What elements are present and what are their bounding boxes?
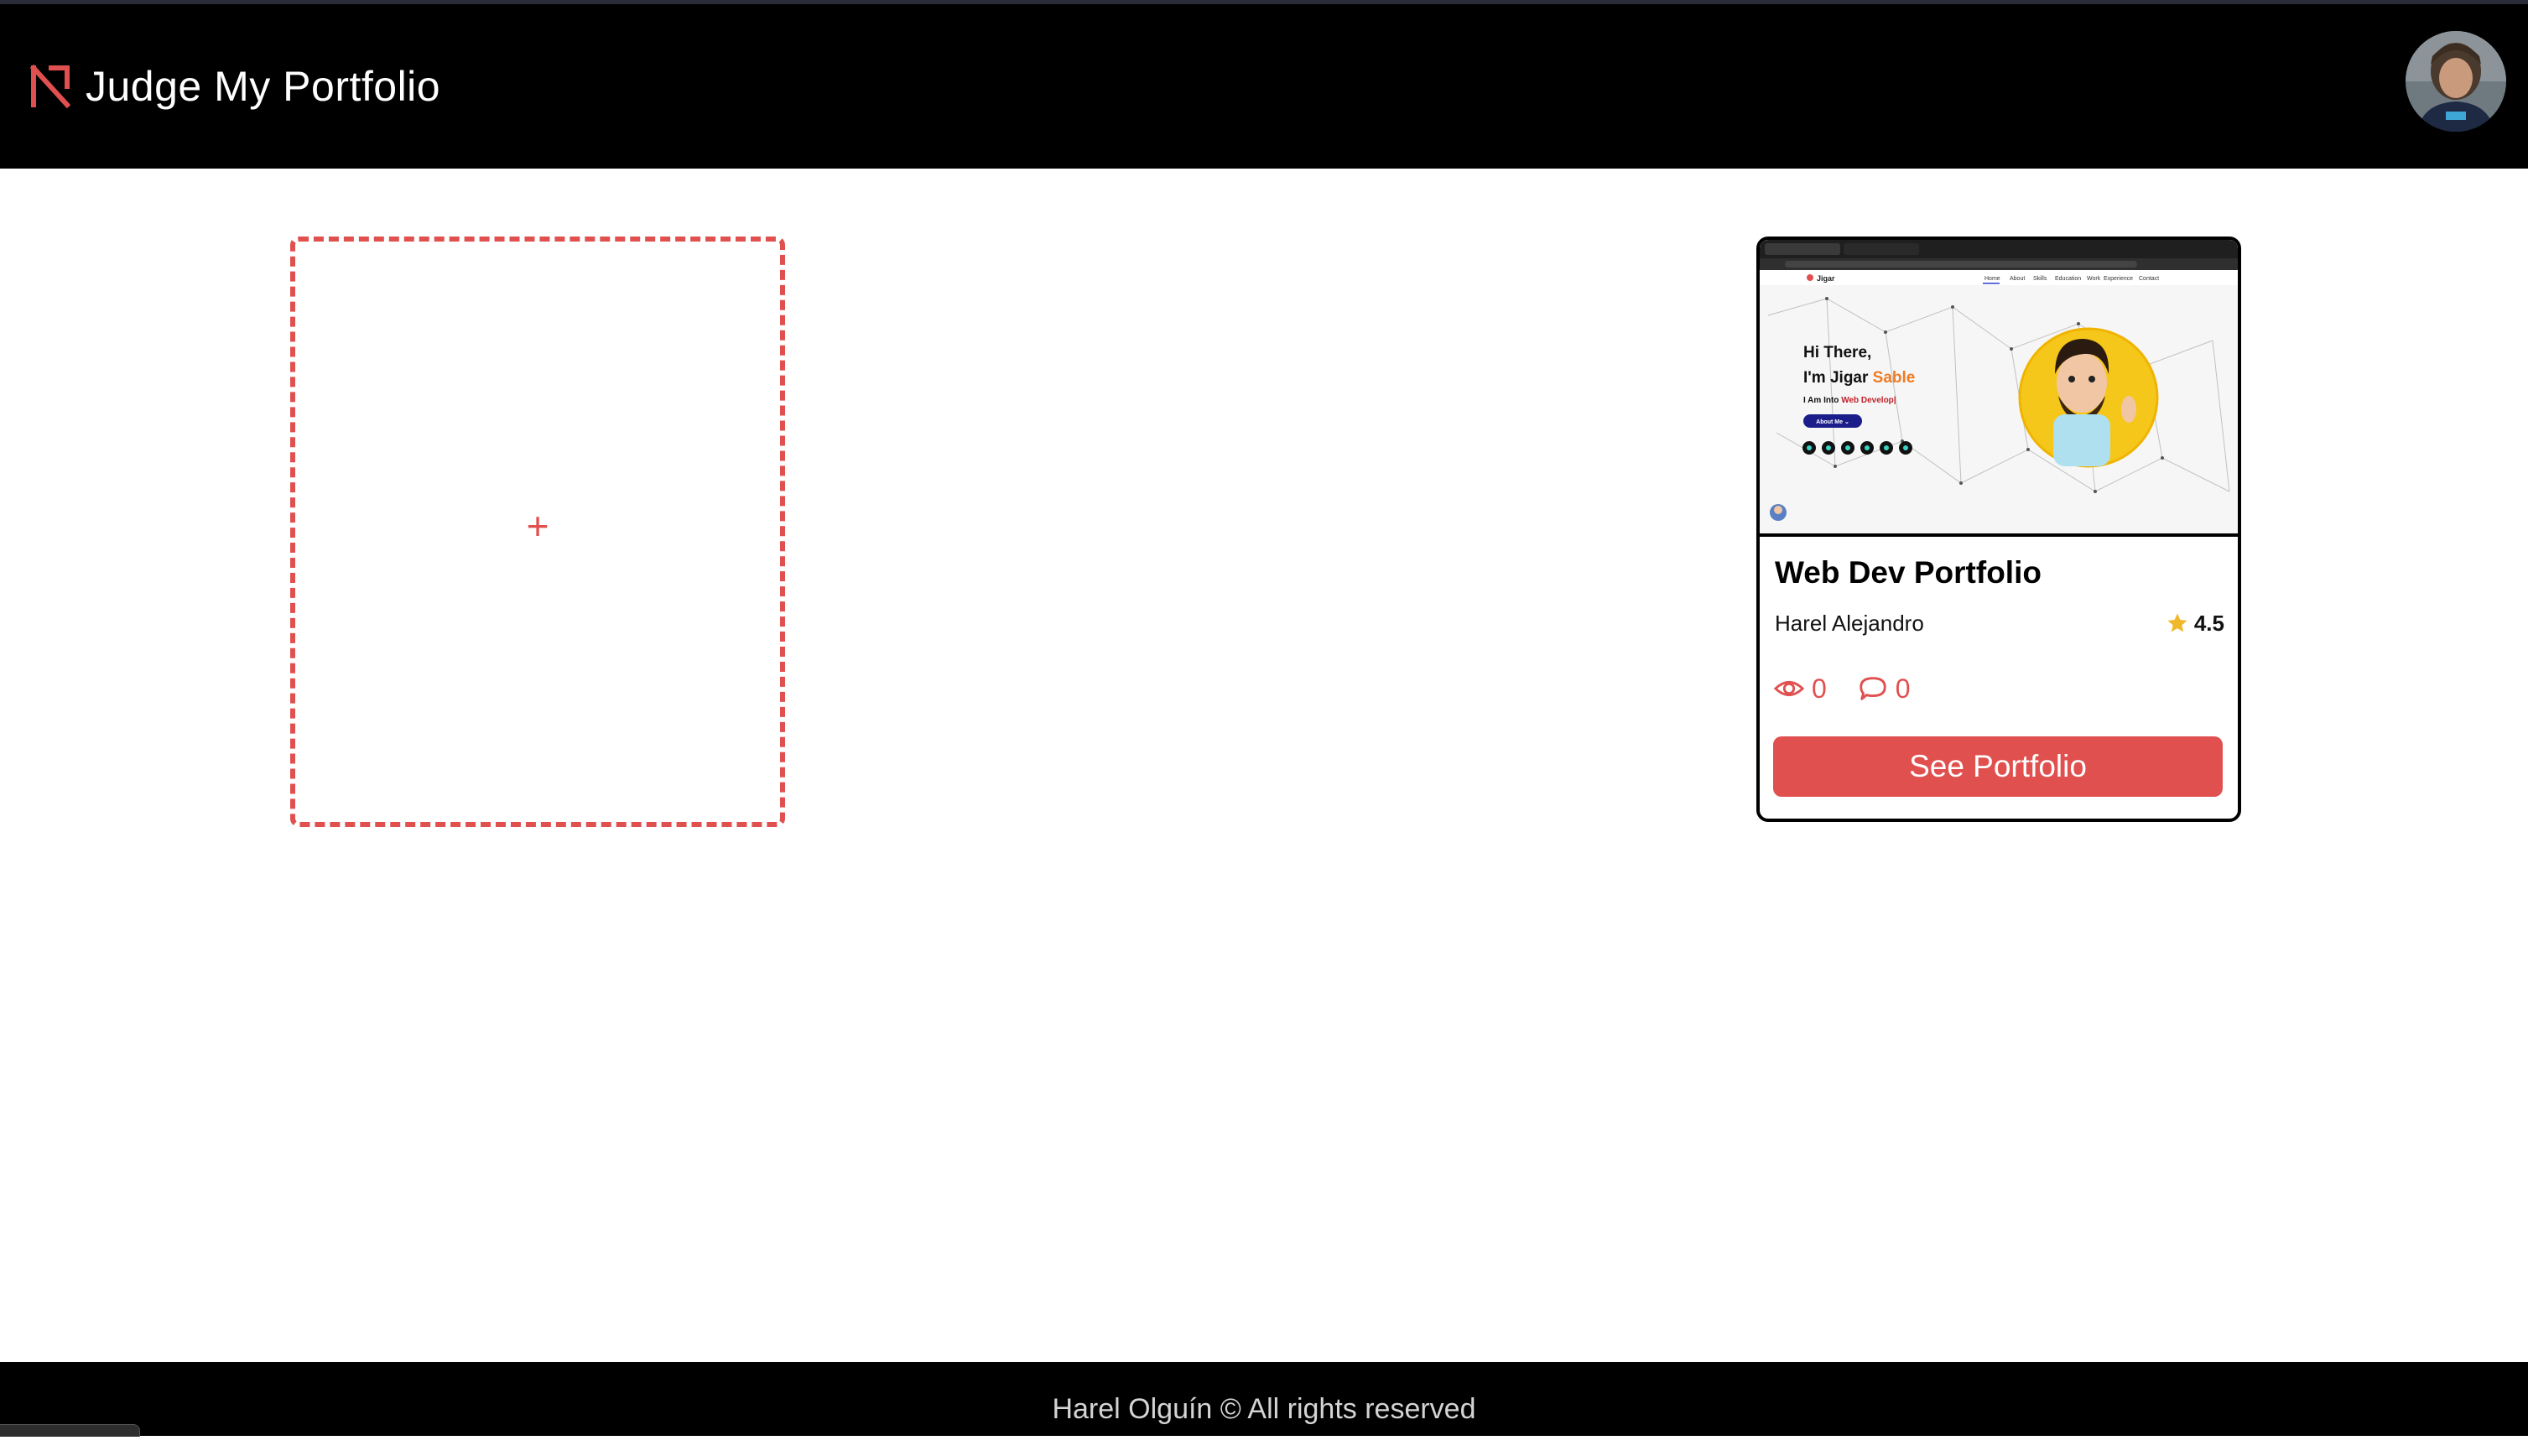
views-stat: 0 bbox=[1773, 673, 1827, 705]
portfolio-thumbnail[interactable]: Jigar Home About Skills Education Work E… bbox=[1760, 240, 2238, 537]
thumb-heading-1: Hi There, bbox=[1803, 344, 1871, 361]
plus-icon: + bbox=[526, 504, 549, 548]
portfolio-stats: 0 0 bbox=[1773, 673, 1941, 705]
portfolio-title: Web Dev Portfolio bbox=[1775, 555, 2042, 590]
thumb-nav-home: Home bbox=[1984, 276, 2000, 282]
add-portfolio-card[interactable]: + bbox=[290, 237, 785, 827]
footer: Harel Olguín © All rights reserved bbox=[0, 1362, 2528, 1436]
thumb-subtitle: I Am Into Web Develop| bbox=[1803, 396, 1896, 405]
portfolio-rating: 4.5 bbox=[2166, 609, 2224, 637]
comments-count: 0 bbox=[1895, 673, 1911, 704]
thumb-about-button: About Me ⌄ bbox=[1816, 419, 1849, 425]
star-icon bbox=[2167, 613, 2187, 632]
thumbnail-screenshot: Jigar Home About Skills Education Work E… bbox=[1760, 240, 2238, 533]
brand-title[interactable]: Judge My Portfolio bbox=[86, 60, 440, 113]
thumb-heading-2: I'm Jigar Sable bbox=[1803, 369, 1915, 387]
top-navbar: Judge My Portfolio bbox=[0, 4, 2528, 169]
status-bar-tooltip bbox=[0, 1424, 140, 1437]
portfolio-card: Jigar Home About Skills Education Work E… bbox=[1756, 237, 2241, 822]
comment-icon bbox=[1860, 677, 1886, 700]
thumb-nav-education: Education bbox=[2055, 276, 2081, 282]
avatar-image bbox=[2406, 31, 2506, 132]
thumb-nav-skills: Skills bbox=[2033, 276, 2047, 282]
user-avatar[interactable] bbox=[2406, 31, 2506, 132]
thumb-nav-experience: Experience bbox=[2104, 276, 2133, 282]
footer-text: Harel Olguín © All rights reserved bbox=[1052, 1393, 1476, 1425]
thumb-nav-work: Work bbox=[2087, 276, 2101, 282]
thumb-nav-about: About bbox=[2010, 276, 2025, 282]
rating-value: 4.5 bbox=[2193, 610, 2224, 636]
thumb-nav-contact: Contact bbox=[2139, 276, 2159, 282]
eye-icon bbox=[1773, 680, 1805, 697]
see-portfolio-button[interactable]: See Portfolio bbox=[1773, 736, 2223, 797]
views-count: 0 bbox=[1812, 673, 1827, 704]
logo-icon[interactable] bbox=[30, 65, 70, 108]
portfolio-author: Harel Alejandro bbox=[1775, 611, 1924, 636]
thumb-site-logo: Jigar bbox=[1817, 274, 1835, 283]
comments-stat: 0 bbox=[1857, 673, 1911, 705]
